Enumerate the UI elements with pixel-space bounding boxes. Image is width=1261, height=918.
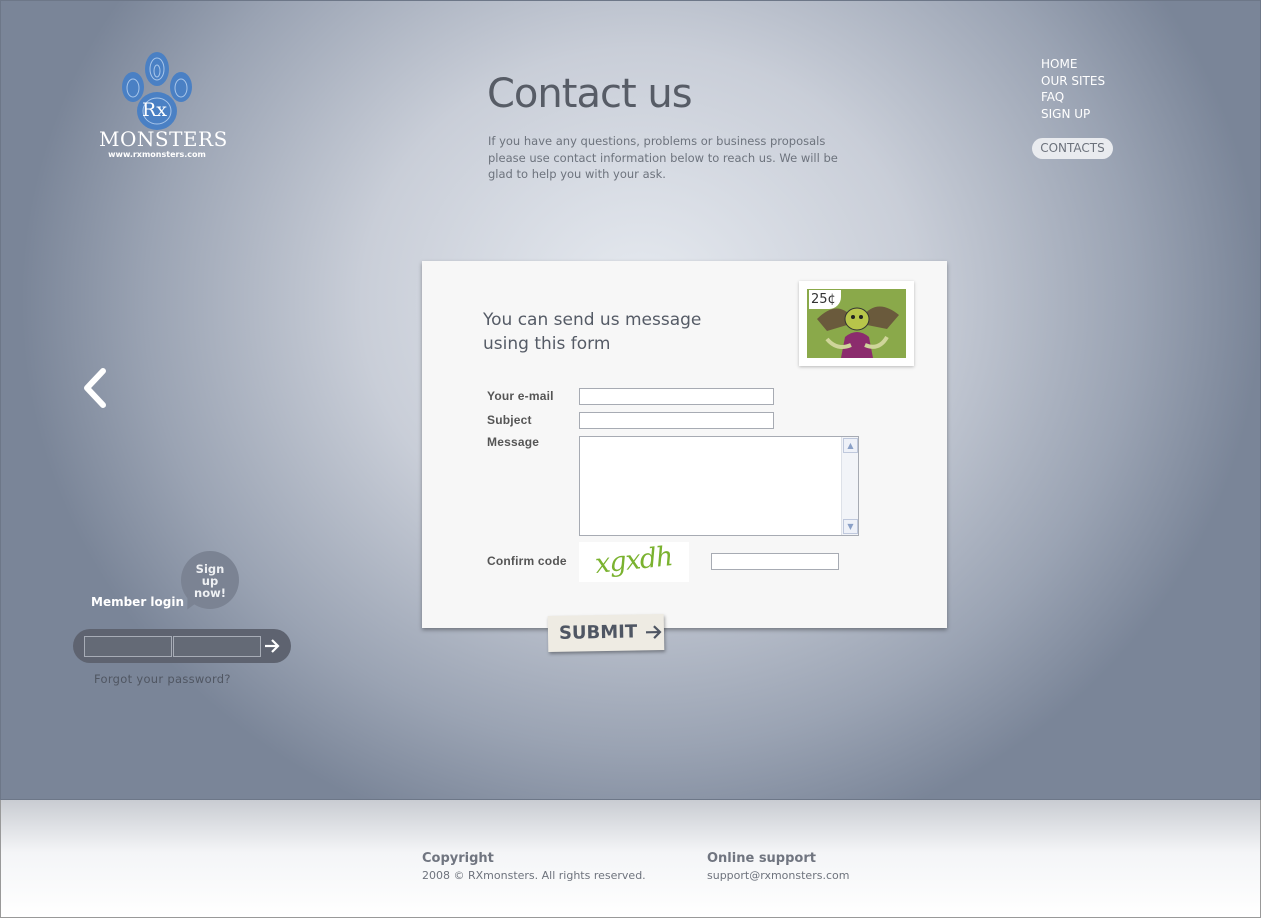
- submit-label: SUBMIT: [558, 621, 638, 644]
- form-heading-line-2: using this form: [483, 334, 611, 354]
- confirm-code-label: Confirm code: [487, 554, 567, 568]
- page-footer: Copyright 2008 © RXmonsters. All rights …: [0, 800, 1261, 918]
- subject-label: Subject: [487, 413, 532, 427]
- scroll-down-icon[interactable]: ▼: [843, 519, 858, 534]
- nav-contacts-active[interactable]: CONTACTS: [1032, 138, 1113, 159]
- copyright-heading: Copyright: [422, 851, 494, 866]
- nav-home[interactable]: HOME: [1041, 56, 1105, 73]
- stamp-price: 25¢: [809, 290, 841, 309]
- postage-stamp: 25¢: [799, 281, 914, 366]
- arrow-right-icon: [646, 625, 663, 639]
- form-heading-line-1: You can send us message: [483, 310, 702, 330]
- form-heading: You can send us message using this form: [483, 308, 701, 356]
- contact-form-card: You can send us message using this form …: [422, 261, 947, 628]
- captcha-image: xgxdh: [579, 541, 689, 582]
- forgot-password-link[interactable]: Forgot your password?: [94, 672, 231, 686]
- member-login-label: Member login: [91, 595, 185, 609]
- logo-name: Monsters: [99, 127, 228, 151]
- subject-field[interactable]: [579, 412, 774, 429]
- main-nav: HOME OUR SITES FAQ SIGN UP: [1041, 56, 1105, 122]
- support-heading: Online support: [707, 851, 816, 866]
- captcha-text: xgxdh: [593, 541, 674, 580]
- email-field[interactable]: [579, 388, 774, 405]
- logo-url: www.rxmonsters.com: [108, 150, 206, 159]
- submit-button[interactable]: SUBMIT: [547, 613, 665, 653]
- message-textarea[interactable]: ▲ ▼: [579, 436, 859, 536]
- logo-monogram: Rx: [142, 99, 168, 121]
- email-label: Your e-mail: [487, 389, 554, 403]
- copyright-text: 2008 © RXmonsters. All rights reserved.: [422, 869, 646, 882]
- message-label: Message: [487, 435, 540, 449]
- username-input[interactable]: [84, 636, 172, 657]
- site-logo[interactable]: Rx Monsters www.rxmonsters.com: [99, 51, 228, 159]
- nav-our-sites[interactable]: OUR SITES: [1041, 73, 1105, 90]
- page-intro: If you have any questions, problems or b…: [488, 134, 838, 181]
- scroll-up-icon[interactable]: ▲: [843, 438, 858, 453]
- message-scrollbar[interactable]: ▲ ▼: [841, 437, 858, 535]
- page-title: Contact us: [487, 71, 693, 117]
- support-email[interactable]: support@rxmonsters.com: [707, 869, 849, 882]
- main-stage: Rx Monsters www.rxmonsters.com Contact u…: [0, 0, 1261, 800]
- password-input[interactable]: [173, 636, 261, 657]
- login-bar: [73, 629, 291, 663]
- confirm-code-field[interactable]: [711, 553, 839, 570]
- back-arrow-icon[interactable]: [81, 367, 111, 409]
- login-arrow-icon[interactable]: [262, 636, 282, 656]
- nav-faq[interactable]: FAQ: [1041, 89, 1105, 106]
- nav-sign-up[interactable]: SIGN UP: [1041, 106, 1105, 123]
